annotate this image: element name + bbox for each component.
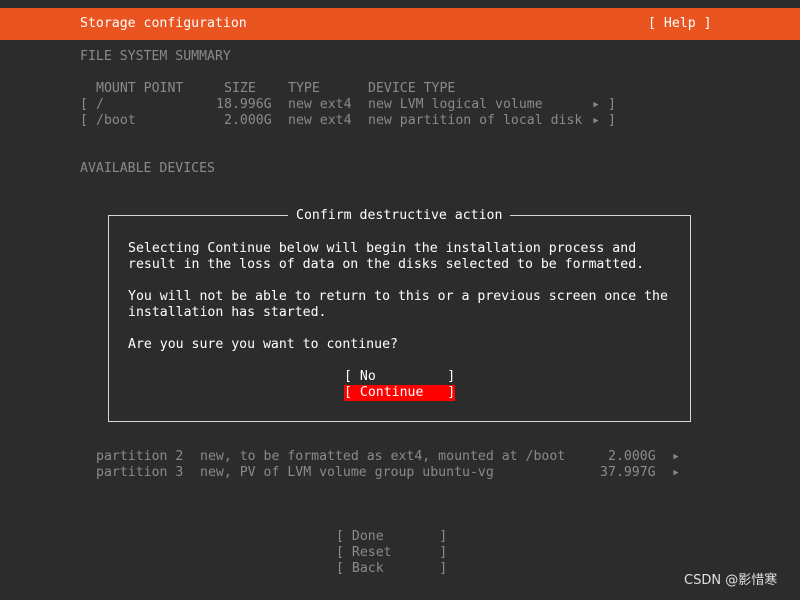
header-bar: Storage configuration [ Help ] bbox=[0, 8, 800, 40]
partition-name: partition 3 bbox=[96, 465, 184, 480]
row-device: new LVM logical volume bbox=[368, 97, 543, 112]
row-close-bracket: ] bbox=[608, 113, 616, 128]
dialog-paragraph-2-line-1: You will not be able to return to this o… bbox=[128, 289, 668, 304]
partition-size: 2.000G bbox=[608, 449, 656, 464]
dialog-question: Are you sure you want to continue? bbox=[128, 337, 398, 352]
partition-desc: new, to be formatted as ext4, mounted at… bbox=[200, 449, 566, 464]
reset-button[interactable]: [ Reset ] bbox=[336, 545, 447, 561]
row-device: new partition of local disk bbox=[368, 113, 583, 128]
dialog-title: Confirm destructive action bbox=[288, 208, 511, 224]
partition-desc: new, PV of LVM volume group ubuntu-vg bbox=[200, 465, 494, 480]
row-open-bracket: [ bbox=[80, 113, 88, 128]
watermark-text: CSDN @影惜寒 bbox=[684, 573, 778, 588]
row-type: new ext4 bbox=[288, 113, 352, 128]
col-type: TYPE bbox=[288, 81, 320, 96]
dialog-paragraph-1-line-2: result in the loss of data on the disks … bbox=[128, 257, 645, 272]
col-mount-point: MOUNT POINT bbox=[96, 81, 184, 96]
dialog-paragraph-1-line-1: Selecting Continue below will begin the … bbox=[128, 241, 637, 256]
col-size: SIZE bbox=[224, 81, 256, 96]
continue-button[interactable]: [ Continue ] bbox=[344, 385, 456, 401]
back-button[interactable]: [ Back ] bbox=[336, 561, 447, 577]
row-mount: / bbox=[96, 97, 104, 112]
row-mount: /boot bbox=[96, 113, 136, 128]
row-close-bracket: ] bbox=[608, 97, 616, 112]
done-button[interactable]: [ Done ] bbox=[336, 529, 447, 545]
row-open-bracket: [ bbox=[80, 97, 88, 112]
available-devices-heading: AVAILABLE DEVICES bbox=[80, 161, 215, 176]
row-arrow-icon[interactable]: ▸ bbox=[592, 97, 600, 113]
partition-size: 37.997G bbox=[600, 465, 656, 480]
installer-screen: Storage configuration [ Help ] FILE SYST… bbox=[0, 0, 800, 600]
help-button[interactable]: [ Help ] bbox=[648, 16, 712, 32]
row-arrow-icon[interactable]: ▸ bbox=[592, 113, 600, 129]
dialog-paragraph-2-line-2: installation has started. bbox=[128, 305, 327, 320]
partition-arrow-icon[interactable]: ▸ bbox=[672, 465, 680, 481]
row-type: new ext4 bbox=[288, 97, 352, 112]
col-device-type: DEVICE TYPE bbox=[368, 81, 456, 96]
header-title: Storage configuration bbox=[80, 16, 247, 31]
row-size: 2.000G bbox=[224, 113, 272, 128]
partition-name: partition 2 bbox=[96, 449, 184, 464]
row-size: 18.996G bbox=[216, 97, 272, 112]
partition-arrow-icon[interactable]: ▸ bbox=[672, 449, 680, 465]
no-button[interactable]: [ No ] bbox=[344, 369, 455, 385]
fs-summary-heading: FILE SYSTEM SUMMARY bbox=[80, 49, 231, 64]
